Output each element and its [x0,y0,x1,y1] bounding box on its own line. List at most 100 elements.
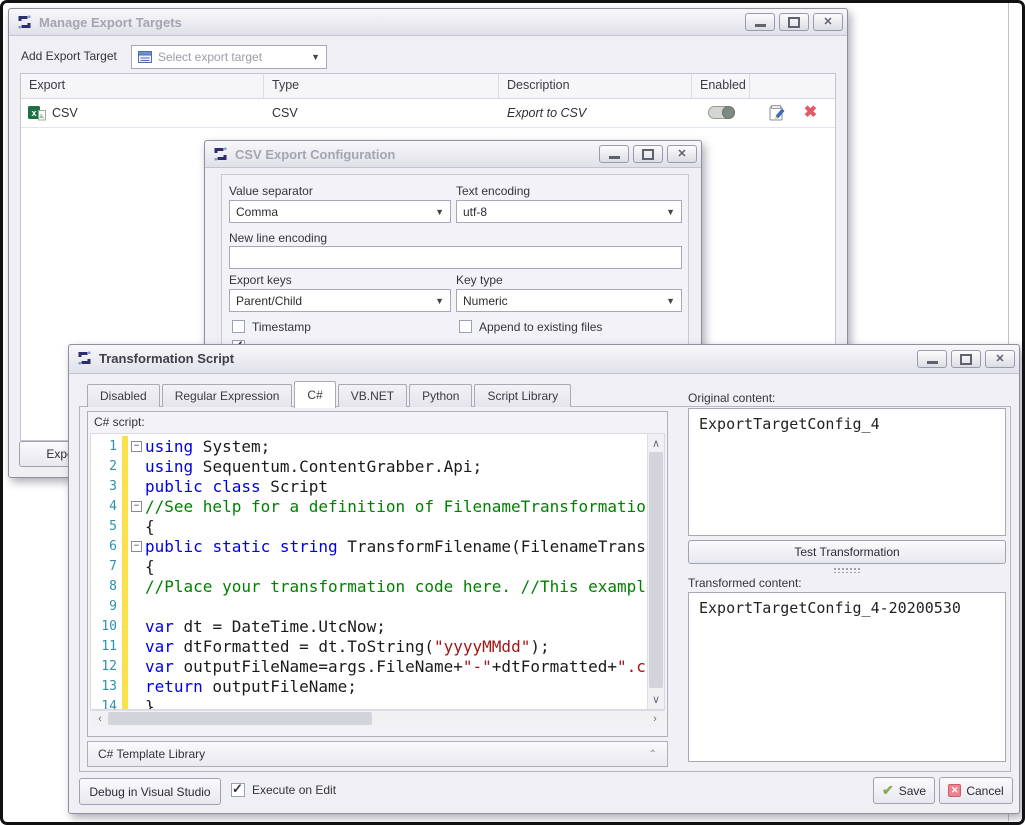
save-check-icon: ✔ [882,782,894,799]
svg-text:a,: a, [39,113,45,120]
table-header: Export Type Description Enabled [21,74,835,99]
fold-collapse-icon[interactable]: − [131,501,142,512]
select-export-target-dropdown[interactable]: Select export target ▼ [131,45,327,69]
transformed-content-textarea[interactable]: ExportTargetConfig_4-20200530 [688,592,1006,762]
transform-titlebar[interactable]: Transformation Script ✕ [69,345,1019,374]
col-description: Description [499,74,692,98]
splitter-handle[interactable] [833,567,861,573]
code-line: 11var dtFormatted = dt.ToString("yyyyMMd… [91,636,664,656]
export-target-icon [138,51,152,63]
manage-titlebar[interactable]: Manage Export Targets ✕ [9,9,847,36]
code-line: 10var dt = DateTime.UtcNow; [91,616,664,636]
app-logo-icon [16,14,33,35]
tab-csharp[interactable]: C# [294,381,335,408]
window-title: Manage Export Targets [39,15,182,30]
window-title: CSV Export Configuration [235,147,395,162]
code-line: 2using Sequentum.ContentGrabber.Api; [91,456,664,476]
dropdown-placeholder: Select export target [158,50,262,64]
value-separator-dropdown[interactable]: Comma▼ [229,200,451,223]
code-line: 13return outputFileName; [91,676,664,696]
code-line: 1−using System; [91,436,664,456]
horizontal-scrollbar[interactable]: ‹ › [90,710,665,727]
table-row[interactable]: xa, CSV CSV Export to CSV ✖ [21,98,835,128]
maximize-icon[interactable] [951,350,981,368]
code-line: 7{ [91,556,664,576]
cell-export: CSV [52,106,264,120]
cancel-x-icon: ✕ [948,784,961,797]
code-line: 4−//See help for a definition of Filenam… [91,496,664,516]
minimize-icon[interactable] [745,13,775,31]
timestamp-label: Timestamp [252,320,311,334]
close-icon[interactable]: ✕ [667,145,697,163]
scroll-left-icon[interactable]: ‹ [92,713,108,725]
tab-script-library[interactable]: Script Library [474,384,571,407]
delete-icon[interactable]: ✖ [804,105,817,121]
csv-file-icon: xa, [21,105,52,121]
edit-icon[interactable] [768,104,786,122]
tab-vbnet[interactable]: VB.NET [338,384,407,407]
export-keys-label: Export keys [229,273,292,287]
code-line: 14} [91,696,664,710]
cell-description: Export to CSV [499,106,692,120]
col-actions [750,74,835,98]
minimize-icon[interactable] [917,350,947,368]
timestamp-checkbox[interactable] [232,320,245,333]
vscroll-thumb[interactable] [649,452,663,688]
hscroll-thumb[interactable] [108,712,372,725]
chevron-down-icon: ▼ [311,52,320,62]
minimize-icon[interactable] [599,145,629,163]
fold-collapse-icon[interactable]: − [131,441,142,452]
window-title: Transformation Script [99,351,234,366]
chevron-down-icon: ▼ [435,296,444,306]
chevron-down-icon: ▼ [666,207,675,217]
cancel-button[interactable]: ✕ Cancel [939,777,1013,804]
code-editor[interactable]: 1−using System;2using Sequentum.ContentG… [90,433,665,710]
maximize-icon[interactable] [633,145,663,163]
new-line-encoding-input[interactable] [229,246,682,269]
csv-titlebar[interactable]: CSV Export Configuration ✕ [205,141,701,168]
vertical-scrollbar[interactable]: ∧ ∨ [647,434,664,709]
cell-type: CSV [264,106,499,120]
chevron-down-icon: ▼ [435,207,444,217]
test-transformation-button[interactable]: Test Transformation [688,540,1006,564]
script-type-tabs: Disabled Regular Expression C# VB.NET Py… [87,380,573,407]
close-icon[interactable]: ✕ [985,350,1015,368]
add-export-target-label: Add Export Target [21,49,117,63]
append-checkbox[interactable] [459,320,472,333]
new-line-encoding-label: New line encoding [229,231,327,245]
screen: Manage Export Targets ✕ Add Export Targe… [0,0,1025,825]
scroll-right-icon[interactable]: › [647,713,663,725]
debug-visual-studio-button[interactable]: Debug in Visual Studio [79,778,221,805]
original-content-textarea[interactable]: ExportTargetConfig_4 [688,408,1006,536]
export-keys-dropdown[interactable]: Parent/Child▼ [229,289,451,312]
tab-disabled[interactable]: Disabled [87,384,160,407]
execute-on-edit-checkbox[interactable] [231,783,245,797]
code-editor-group: C# script: 1−using System;2using Sequent… [87,411,668,737]
app-logo-icon [212,146,229,167]
text-encoding-dropdown[interactable]: utf-8▼ [456,200,682,223]
execute-on-edit-label: Execute on Edit [252,783,336,797]
template-library-bar[interactable]: C# Template Library ⌃ [87,741,668,767]
tab-regular-expression[interactable]: Regular Expression [162,384,293,407]
scroll-up-icon[interactable]: ∧ [648,437,664,450]
col-enabled: Enabled [692,74,750,98]
code-line: 12var outputFileName=args.FileName+"-"+d… [91,656,664,676]
value-separator-label: Value separator [229,184,313,198]
append-label: Append to existing files [479,320,602,334]
fold-collapse-icon[interactable]: − [131,541,142,552]
transformed-content-label: Transformed content: [688,576,802,590]
key-type-label: Key type [456,273,503,287]
code-line: 6−public static string TransformFilename… [91,536,664,556]
enabled-toggle[interactable] [708,106,735,119]
scroll-down-icon[interactable]: ∨ [648,693,664,706]
save-button[interactable]: ✔ Save [873,777,935,804]
app-logo-icon [76,350,93,371]
transformation-script-window: Transformation Script ✕ Disabled Regular… [68,344,1020,814]
code-line: 8//Place your transformation code here. … [91,576,664,596]
tab-python[interactable]: Python [409,384,472,407]
key-type-dropdown[interactable]: Numeric▼ [456,289,682,312]
code-line: 9 [91,596,664,616]
close-icon[interactable]: ✕ [813,13,843,31]
maximize-icon[interactable] [779,13,809,31]
code-line: 3public class Script [91,476,664,496]
